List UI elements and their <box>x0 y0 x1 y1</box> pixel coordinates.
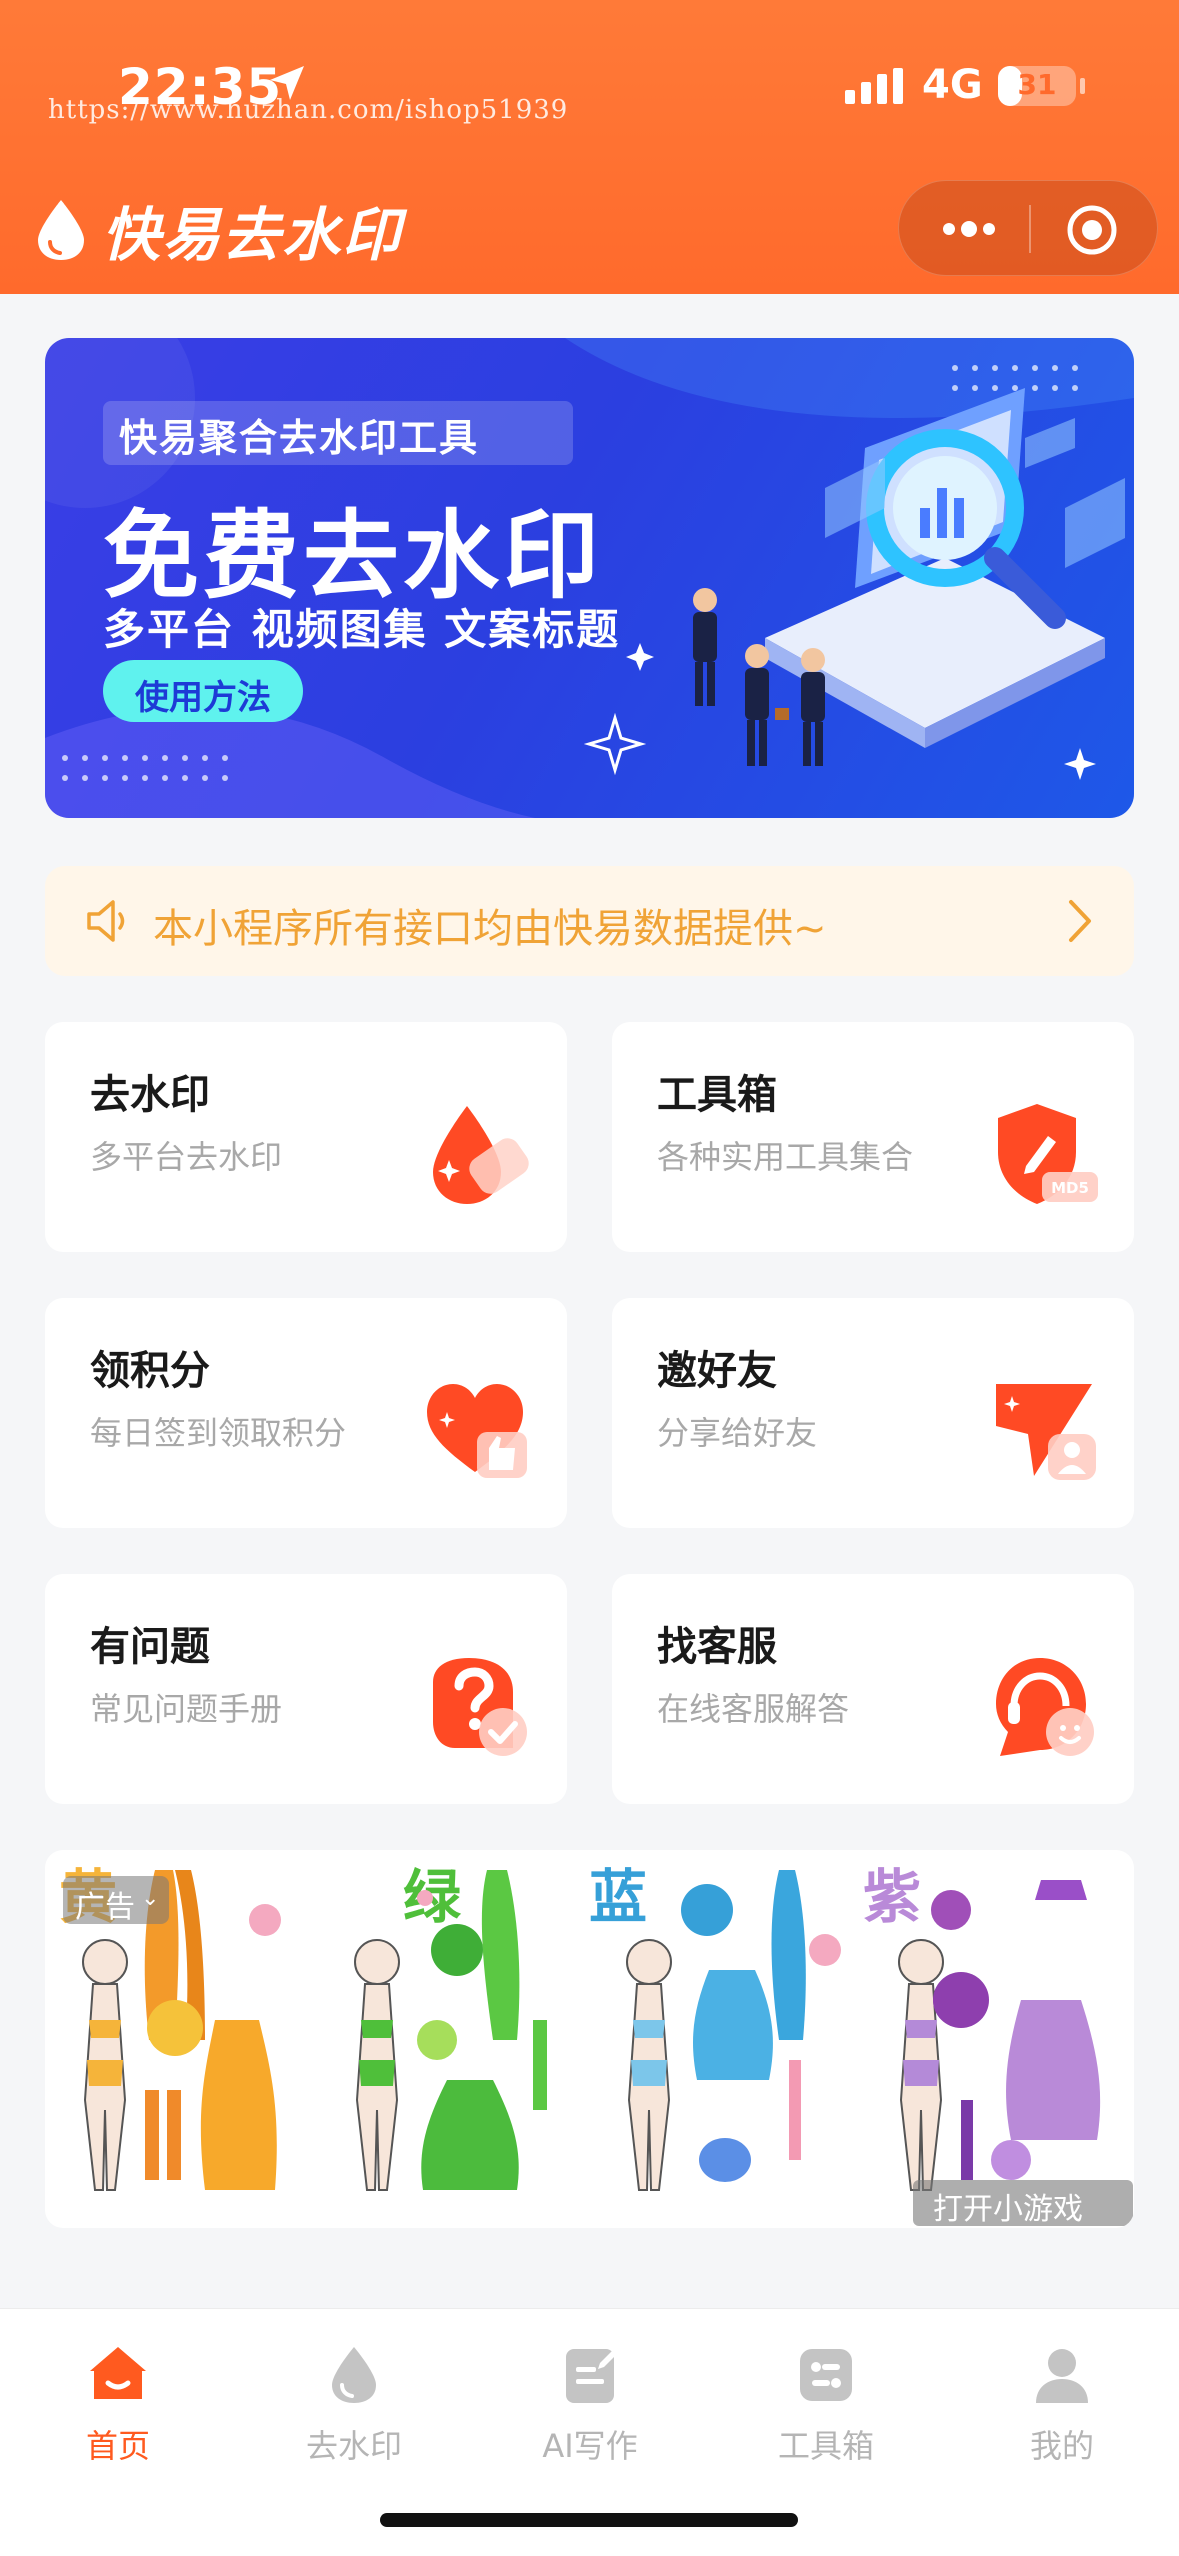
chevron-right-icon <box>1069 900 1091 942</box>
tab-toolbox[interactable]: 工具箱 <box>708 2329 944 2469</box>
feature-subtitle: 各种实用工具集合 <box>657 1138 914 1176</box>
feature-card-toolbox[interactable]: 工具箱 各种实用工具集合 MD5 <box>612 1022 1134 1252</box>
notice-text: 本小程序所有接口均由快易数据提供~ <box>153 906 827 952</box>
tab-remove-watermark[interactable]: 去水印 <box>236 2329 472 2469</box>
tab-label: 工具箱 <box>777 2427 874 2465</box>
edit-doc-icon <box>566 2349 616 2403</box>
home-indicator[interactable] <box>380 2513 798 2527</box>
open-mini-game-button[interactable]: 打开小游戏 <box>913 2180 1133 2227</box>
battery-tip <box>1080 78 1085 94</box>
tab-label: 去水印 <box>305 2427 402 2465</box>
doll-illustration <box>898 1880 1101 2191</box>
feature-subtitle: 在线客服解答 <box>657 1690 850 1728</box>
notice-bar[interactable]: 本小程序所有接口均由快易数据提供~ <box>45 866 1134 976</box>
ad-doll-blue: 蓝 <box>589 1850 861 2228</box>
tab-label: AI写作 <box>542 2427 638 2465</box>
feature-title: 去水印 <box>90 1072 210 1118</box>
banner-tagline: 快易聚合去水印工具 <box>119 416 480 460</box>
feature-title: 找客服 <box>657 1624 777 1670</box>
usage-guide-label: 使用方法 <box>135 678 271 718</box>
ad-doll-purple: 紫 <box>861 1850 1133 2228</box>
feature-subtitle: 每日签到领取积分 <box>90 1414 347 1452</box>
feature-title: 邀好友 <box>657 1348 777 1394</box>
water-drop-logo-icon <box>38 200 84 260</box>
share-plane-icon <box>996 1384 1096 1480</box>
tab-home[interactable]: 首页 <box>0 2329 236 2469</box>
feature-card-customer-service[interactable]: 找客服 在线客服解答 <box>612 1574 1134 1804</box>
promo-banner[interactable]: 快易聚合去水印工具 免费去水印 多平台 视频图集 文案标题 使用方法 <box>45 338 1134 818</box>
status-bar: 22:35 https://www.huzhan.com/ishop51939 … <box>0 0 1179 170</box>
ad-doll-green: 绿 <box>317 1850 589 2228</box>
question-bubble-icon <box>433 1658 527 1756</box>
battery-level: 31 <box>1017 68 1057 101</box>
watermark-text: https://www.huzhan.com/ishop51939 <box>48 95 569 125</box>
feature-subtitle: 多平台去水印 <box>90 1138 283 1176</box>
open-mini-game-label: 打开小游戏 <box>933 2192 1083 2227</box>
water-drop-icon <box>433 1106 529 1204</box>
doll-illustration <box>354 1870 547 2191</box>
app-title: 快易去水印 <box>102 201 403 269</box>
app-header: 22:35 https://www.huzhan.com/ishop51939 … <box>0 0 1179 294</box>
usage-guide-button[interactable]: 使用方法 <box>103 660 303 722</box>
feature-title: 有问题 <box>90 1624 210 1670</box>
network-type: 4G <box>922 62 983 108</box>
feature-title: 领积分 <box>90 1348 210 1394</box>
user-icon <box>1036 2349 1088 2403</box>
feature-card-faq[interactable]: 有问题 常见问题手册 <box>45 1574 567 1804</box>
feature-subtitle: 常见问题手册 <box>90 1690 283 1728</box>
headset-icon <box>996 1658 1094 1756</box>
doll-illustration <box>626 1870 841 2191</box>
mini-program-capsule <box>898 180 1158 276</box>
speaker-icon <box>87 900 125 942</box>
capsule-divider <box>1029 205 1031 253</box>
ad-banner[interactable]: 黄 广告⌄ 绿 蓝 <box>45 1850 1134 2228</box>
battery-icon: 31 <box>998 66 1076 106</box>
feature-card-remove-watermark[interactable]: 去水印 多平台去水印 <box>45 1022 567 1252</box>
feature-title: 工具箱 <box>657 1072 777 1118</box>
banner-tagline-pill: 快易聚合去水印工具 <box>103 401 573 465</box>
close-target-icon[interactable] <box>1065 203 1119 257</box>
app-brand: 快易去水印 <box>36 188 402 272</box>
toolbox-icon <box>800 2349 852 2401</box>
heart-like-icon <box>427 1384 527 1478</box>
feature-subtitle: 分享给好友 <box>657 1414 818 1452</box>
ad-tag-label: 广告 <box>75 1890 135 1925</box>
shield-pen-icon: MD5 <box>998 1104 1098 1204</box>
more-dots-icon[interactable] <box>939 211 999 247</box>
feature-card-earn-points[interactable]: 领积分 每日签到领取积分 <box>45 1298 567 1528</box>
tab-ai-writing[interactable]: AI写作 <box>472 2329 708 2469</box>
banner-subtitle: 多平台 视频图集 文案标题 <box>103 605 621 654</box>
home-icon <box>90 2347 146 2399</box>
signal-icon <box>845 68 903 104</box>
feature-card-invite-friends[interactable]: 邀好友 分享给好友 <box>612 1298 1134 1528</box>
md5-badge: MD5 <box>1051 1179 1089 1197</box>
tab-profile[interactable]: 我的 <box>944 2329 1179 2469</box>
chevron-down-icon: ⌄ <box>141 1886 160 1911</box>
ad-doll-yellow: 黄 广告⌄ <box>45 1850 317 2228</box>
tab-label: 我的 <box>1029 2427 1094 2465</box>
ad-tag: 广告 ⌄ <box>63 1876 169 1925</box>
water-drop-icon <box>332 2347 376 2403</box>
tab-label: 首页 <box>85 2427 150 2465</box>
